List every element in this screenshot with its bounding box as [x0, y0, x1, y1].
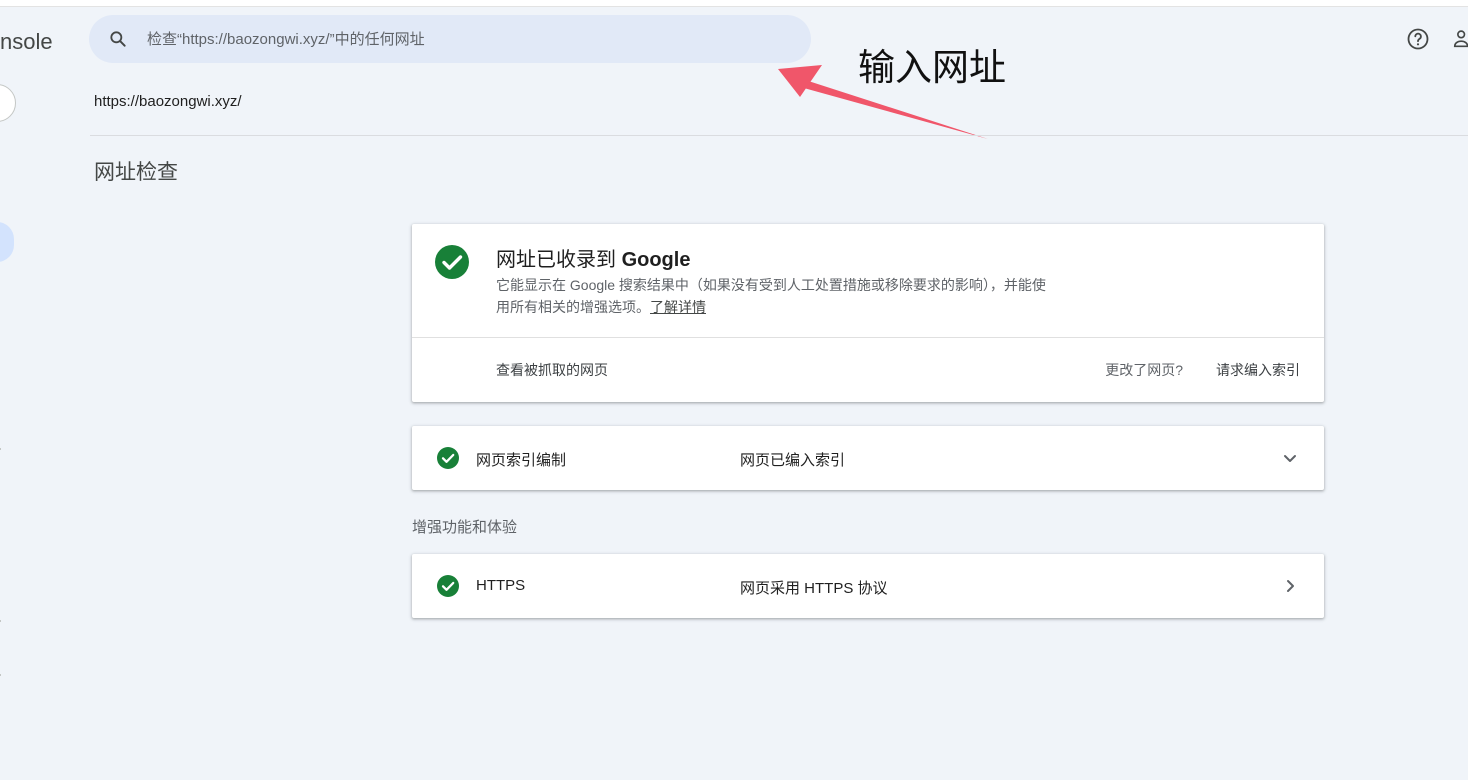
enhancements-heading: 增强功能和体验	[412, 519, 518, 536]
row-label: HTTPS	[476, 577, 526, 594]
https-row[interactable]: HTTPS 网页采用 HTTPS 协议	[412, 554, 1324, 618]
header-divider	[90, 135, 1468, 136]
page-changed-question: 更改了网页?	[1105, 362, 1183, 378]
index-status-card: 网址已收录到 Google 它能显示在 Google 搜索结果中（如果没有受到人…	[412, 224, 1324, 402]
check-circle-icon	[437, 447, 459, 469]
top-border	[0, 0, 1468, 7]
row-label: 网页索引编制	[476, 452, 567, 469]
search-input[interactable]	[147, 15, 747, 63]
check-circle-icon	[435, 245, 469, 279]
title-prefix: 网址已收录到	[496, 249, 622, 271]
card-divider	[412, 337, 1324, 338]
row-status: 网页已编入索引	[740, 452, 846, 469]
index-status-title: 网址已收录到 Google	[496, 243, 690, 272]
chevron-right-icon[interactable]	[1278, 574, 1302, 598]
chevron-down-icon[interactable]	[1278, 446, 1302, 470]
check-circle-icon	[437, 575, 459, 597]
index-status-description: 它能显示在 Google 搜索结果中（如果没有受到人工处置措施或移除要求的影响）…	[496, 274, 1056, 318]
help-icon[interactable]	[1406, 27, 1430, 51]
app-brand-title[interactable]: nsole	[0, 29, 53, 55]
nav-item-selected[interactable]	[0, 222, 14, 262]
nav-divider	[0, 620, 1, 622]
page-title: 网址检查	[94, 161, 178, 184]
nav-divider	[0, 448, 1, 450]
title-brand: Google	[621, 249, 691, 271]
description-text: 它能显示在 Google 搜索结果中（如果没有受到人工处置措施或移除要求的影响）…	[496, 277, 1046, 315]
row-status: 网页采用 HTTPS 协议	[740, 580, 888, 597]
search-icon[interactable]	[108, 29, 128, 49]
view-crawled-page-button[interactable]: 查看被抓取的网页	[496, 360, 608, 380]
request-indexing-button[interactable]: 请求编入索引	[1216, 360, 1300, 380]
property-selector[interactable]	[0, 84, 16, 122]
page-indexing-row[interactable]: 网页索引编制 网页已编入索引	[412, 426, 1324, 490]
annotation-arrow	[778, 65, 988, 139]
learn-more-link[interactable]: 了解详情	[650, 299, 706, 315]
url-inspection-search[interactable]	[89, 15, 811, 63]
inspected-url: https://baozongwi.xyz/	[94, 93, 242, 110]
nav-divider	[0, 674, 1, 676]
account-icon[interactable]	[1452, 28, 1468, 50]
